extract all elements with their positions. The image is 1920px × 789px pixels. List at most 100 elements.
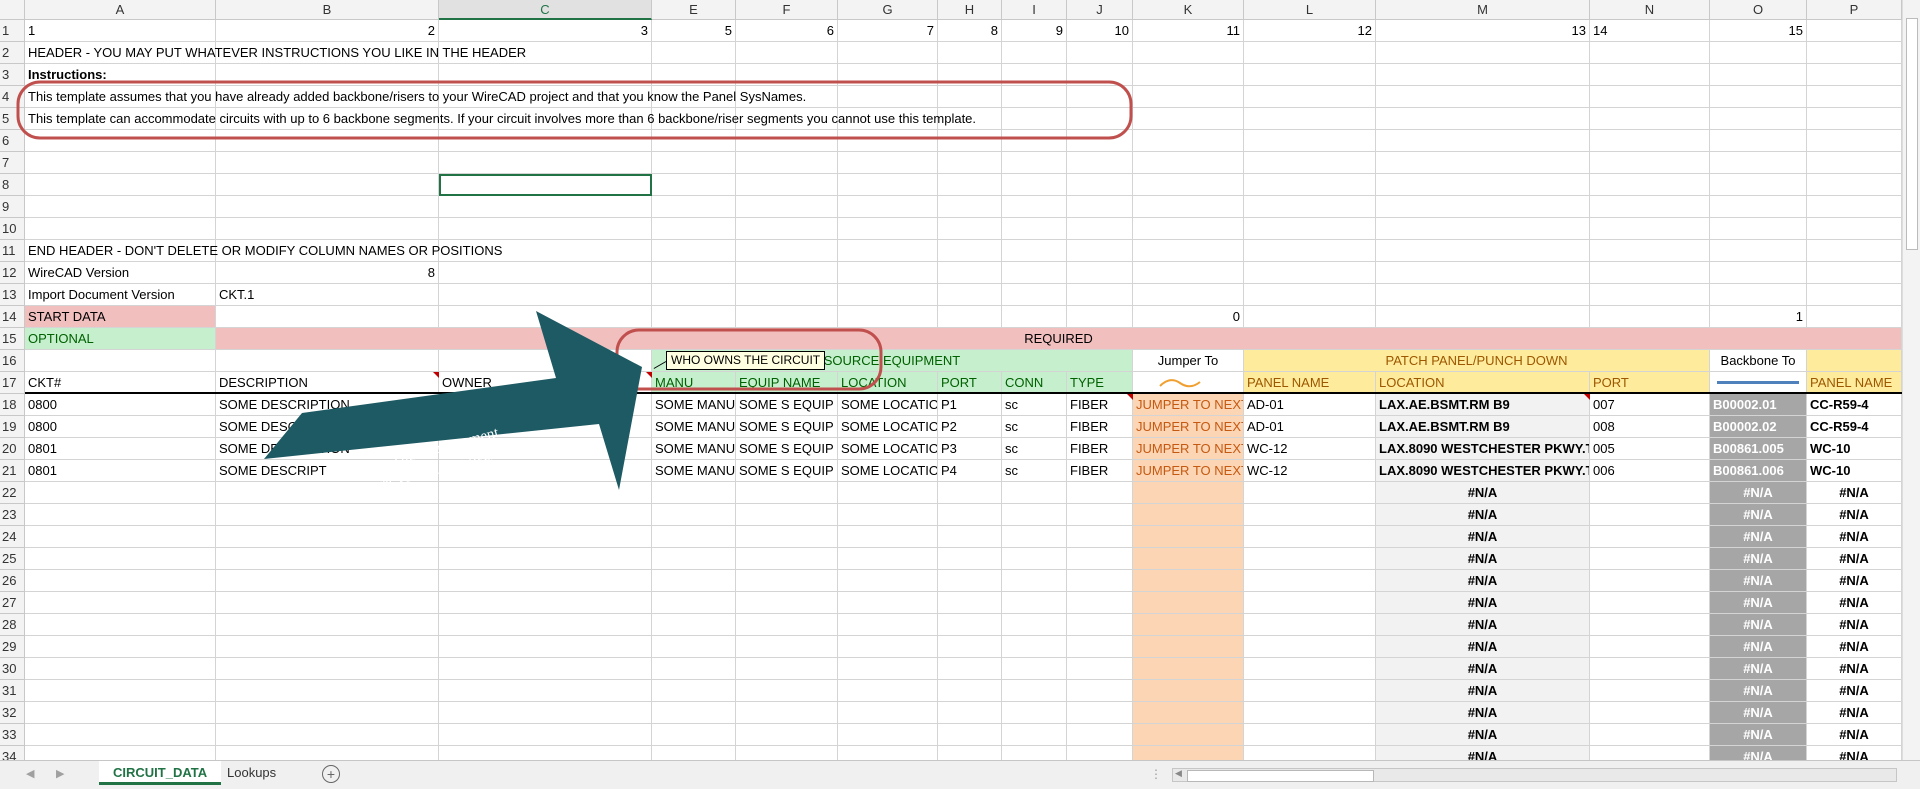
row-header[interactable]: 12 — [0, 262, 25, 284]
grid-cell[interactable] — [1067, 196, 1133, 218]
grid-cell[interactable] — [1807, 152, 1902, 174]
grid-cell[interactable] — [1590, 570, 1710, 592]
grid-cell[interactable] — [1002, 548, 1067, 570]
grid-cell[interactable] — [1067, 702, 1133, 724]
grid-cell[interactable] — [1710, 152, 1807, 174]
wirecad-version-label[interactable]: WireCAD Version — [25, 262, 216, 284]
grid-cell[interactable] — [652, 482, 736, 504]
conn-cell[interactable]: sc — [1002, 438, 1067, 460]
port-cell[interactable]: P1 — [938, 394, 1002, 416]
column-header-E[interactable]: E — [652, 0, 736, 20]
grid-cell[interactable] — [1244, 284, 1376, 306]
grid-cell[interactable] — [1710, 42, 1807, 64]
row-header[interactable]: 10 — [0, 218, 25, 240]
row1-number[interactable]: 5 — [652, 20, 736, 42]
grid-cell[interactable] — [25, 218, 216, 240]
grid-cell[interactable] — [439, 42, 652, 64]
grid-cell[interactable] — [938, 262, 1002, 284]
grid-cell[interactable] — [1710, 86, 1807, 108]
col-header-panel-name-2[interactable]: PANEL NAME — [1807, 372, 1902, 394]
grid-cell[interactable] — [1002, 680, 1067, 702]
row-header[interactable]: 25 — [0, 548, 25, 570]
grid-cell[interactable] — [736, 680, 838, 702]
grid-cell[interactable] — [1067, 218, 1133, 240]
grid-cell[interactable] — [1244, 658, 1376, 680]
pp-location-cell[interactable]: LAX.AE.BSMT.RM B9 — [1376, 416, 1590, 438]
grid-cell[interactable] — [1067, 42, 1133, 64]
grid-cell[interactable] — [1133, 218, 1244, 240]
jumper-empty-cell[interactable] — [1133, 680, 1244, 702]
jumper-empty-cell[interactable] — [1133, 614, 1244, 636]
backbone-na[interactable]: #N/A — [1710, 482, 1807, 504]
grid-cell[interactable] — [652, 658, 736, 680]
row-header[interactable]: 31 — [0, 680, 25, 702]
grid-cell[interactable] — [1244, 262, 1376, 284]
jumper-empty-cell[interactable] — [1133, 504, 1244, 526]
row1-number[interactable]: 7 — [838, 20, 938, 42]
scroll-left-icon[interactable]: ◀ — [1175, 768, 1182, 779]
grid-cell[interactable] — [1376, 218, 1590, 240]
grid-cell[interactable] — [652, 746, 736, 760]
grid-cell[interactable] — [938, 724, 1002, 746]
grid-cell[interactable] — [736, 284, 838, 306]
grid-cell[interactable] — [216, 482, 439, 504]
grid-cell[interactable] — [1067, 548, 1133, 570]
grid-cell[interactable] — [736, 702, 838, 724]
grid-cell[interactable] — [1710, 218, 1807, 240]
grid-cell[interactable] — [216, 86, 439, 108]
grid-cell[interactable] — [838, 218, 938, 240]
grid-cell[interactable] — [1002, 482, 1067, 504]
grid-cell[interactable] — [25, 174, 216, 196]
grid-cell[interactable] — [1067, 658, 1133, 680]
grid-cell[interactable] — [216, 570, 439, 592]
panel-name-2-cell[interactable]: WC-10 — [1807, 460, 1902, 482]
grid-cell[interactable] — [838, 702, 938, 724]
column-header-B[interactable]: B — [216, 0, 439, 20]
grid-cell[interactable] — [838, 680, 938, 702]
grid-cell[interactable] — [216, 658, 439, 680]
grid-cell[interactable] — [1590, 86, 1710, 108]
backbone-na[interactable]: #N/A — [1710, 570, 1807, 592]
row-header[interactable]: 8 — [0, 174, 25, 196]
grid-cell[interactable] — [25, 658, 216, 680]
column-header-J[interactable]: J — [1067, 0, 1133, 20]
grid-cell[interactable] — [1067, 636, 1133, 658]
grid-cell[interactable] — [25, 42, 216, 64]
grid-cell[interactable] — [1590, 174, 1710, 196]
backbone-na[interactable]: #N/A — [1710, 680, 1807, 702]
import-version-value[interactable]: CKT.1 — [216, 284, 439, 306]
grid-cell[interactable] — [938, 592, 1002, 614]
grid-cell[interactable] — [1807, 306, 1902, 328]
row-header[interactable]: 34 — [0, 746, 25, 760]
row-header[interactable]: 33 — [0, 724, 25, 746]
row1-number[interactable]: 13 — [1376, 20, 1590, 42]
grid-cell[interactable] — [1133, 108, 1244, 130]
grid-cell[interactable] — [838, 724, 938, 746]
grid-cell[interactable] — [736, 548, 838, 570]
grid-cell[interactable] — [938, 174, 1002, 196]
grid-cell[interactable] — [216, 218, 439, 240]
grid-cell[interactable] — [439, 680, 652, 702]
yellow-fill-p16[interactable] — [1807, 350, 1902, 372]
row-header[interactable]: 22 — [0, 482, 25, 504]
grid-cell[interactable] — [736, 482, 838, 504]
grid-cell[interactable] — [1133, 240, 1244, 262]
grid-cell[interactable] — [1590, 526, 1710, 548]
col-header-conn[interactable]: CONN — [1002, 372, 1067, 394]
grid-cell[interactable] — [25, 196, 216, 218]
grid-cell[interactable] — [1244, 702, 1376, 724]
grid-cell[interactable] — [1244, 482, 1376, 504]
grid-cell[interactable] — [1590, 64, 1710, 86]
grid-cell[interactable] — [938, 240, 1002, 262]
required-label[interactable]: REQUIRED — [216, 328, 1902, 350]
col-header-ckt[interactable]: CKT# — [25, 372, 216, 394]
grid-cell[interactable] — [439, 504, 652, 526]
row-header[interactable]: 21 — [0, 460, 25, 482]
grid-cell[interactable] — [439, 724, 652, 746]
grid-cell[interactable] — [938, 702, 1002, 724]
panel-name-2-na[interactable]: #N/A — [1807, 570, 1902, 592]
row-header[interactable]: 2 — [0, 42, 25, 64]
column-header-A[interactable]: A — [25, 0, 216, 20]
grid-cell[interactable] — [1002, 724, 1067, 746]
row-header[interactable]: 7 — [0, 152, 25, 174]
